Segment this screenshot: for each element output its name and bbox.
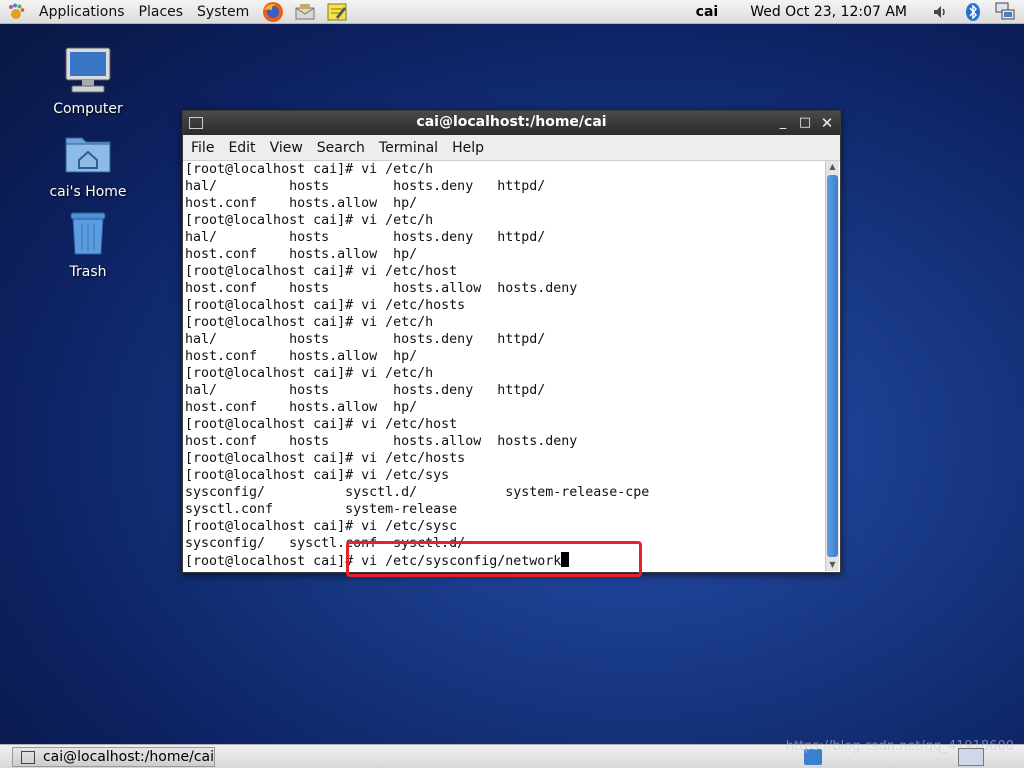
clock[interactable]: Wed Oct 23, 12:07 AM xyxy=(728,4,925,20)
taskbar-terminal-button[interactable]: cai@localhost:/home/cai xyxy=(12,747,215,767)
terminal-icon xyxy=(21,750,35,764)
terminal-line: host.conf hosts.allow hp/ xyxy=(185,196,418,211)
vertical-scrollbar[interactable]: ▲ ▼ xyxy=(825,161,839,571)
menu-view[interactable]: View xyxy=(262,140,309,156)
close-button[interactable]: ✕ xyxy=(818,114,836,132)
terminal-line: hal/ hosts hosts.deny httpd/ xyxy=(185,383,546,398)
maximize-button[interactable]: □ xyxy=(796,114,814,132)
terminal-line: [root@localhost cai]# vi /etc/h xyxy=(185,213,434,228)
terminal-line: [root@localhost cai]# vi /etc/h xyxy=(185,366,434,381)
desktop-icon-computer[interactable]: Computer xyxy=(33,45,143,117)
terminal-line: hal/ hosts hosts.deny httpd/ xyxy=(185,332,546,347)
panel-status-area: cai Wed Oct 23, 12:07 AM xyxy=(686,0,1024,24)
desktop-icon-trash[interactable]: Trash xyxy=(33,208,143,280)
places-menu[interactable]: Places xyxy=(132,0,191,24)
window-title: cai@localhost:/home/cai xyxy=(416,114,607,130)
highlight-annotation-box xyxy=(346,541,642,577)
menu-search[interactable]: Search xyxy=(309,140,371,156)
terminal-output[interactable]: [root@localhost cai]# vi /etc/h hal/ hos… xyxy=(185,161,823,571)
terminal-line: sysctl.conf system-release xyxy=(185,502,458,517)
terminal-line: [root@localhost cai]# vi /etc/sys xyxy=(185,468,450,483)
scrollbar-thumb[interactable] xyxy=(827,175,838,557)
window-titlebar[interactable]: cai@localhost:/home/cai _ □ ✕ xyxy=(183,111,840,135)
terminal-line: [root@localhost cai]# vi /etc/hosts xyxy=(185,298,466,313)
scroll-down-arrow-icon[interactable]: ▼ xyxy=(826,559,839,571)
network-icon[interactable] xyxy=(994,1,1016,23)
menu-edit[interactable]: Edit xyxy=(220,140,261,156)
bluetooth-icon[interactable] xyxy=(962,1,984,23)
volume-icon[interactable] xyxy=(930,1,952,23)
applications-menu[interactable]: Applications xyxy=(32,0,132,24)
bottom-panel: cai@localhost:/home/cai https://blog.csd… xyxy=(0,739,1024,768)
top-panel: Applications Places System cai Wed Oct 2… xyxy=(0,0,1024,24)
terminal-line: [root@localhost cai]# vi /etc/host xyxy=(185,264,458,279)
taskbar-button-label: cai@localhost:/home/cai xyxy=(42,749,214,765)
scroll-up-arrow-icon[interactable]: ▲ xyxy=(826,161,839,173)
terminal-line: hal/ hosts hosts.deny httpd/ xyxy=(185,230,546,245)
terminal-line: sysconfig/ sysctl.d/ system-release-cpe xyxy=(185,485,650,500)
desktop-icon-label: cai's Home xyxy=(49,184,127,200)
text-editor-icon[interactable] xyxy=(326,1,348,23)
terminal-menubar: File Edit View Search Terminal Help xyxy=(183,135,840,161)
trash-icon xyxy=(62,208,114,260)
terminal-line: [root@localhost cai]# vi /etc/host xyxy=(185,417,458,432)
desktop-icon-home[interactable]: cai's Home xyxy=(33,128,143,200)
terminal-line: hal/ hosts hosts.deny httpd/ xyxy=(185,179,546,194)
home-folder-icon xyxy=(62,128,114,180)
terminal-line: host.conf hosts hosts.allow hosts.deny xyxy=(185,281,578,296)
terminal-line: [root@localhost cai]# vi /etc/hosts xyxy=(185,451,466,466)
terminal-line: [root@localhost cai]# vi /etc/h xyxy=(185,315,434,330)
system-menu[interactable]: System xyxy=(190,0,256,24)
desktop-icon-label: Trash xyxy=(69,264,107,280)
gnome-foot-icon[interactable] xyxy=(5,1,27,23)
terminal-line: host.conf hosts.allow hp/ xyxy=(185,349,418,364)
firefox-icon[interactable] xyxy=(262,1,284,23)
terminal-line: host.conf hosts hosts.allow hosts.deny xyxy=(185,434,578,449)
terminal-window[interactable]: cai@localhost:/home/cai _ □ ✕ File Edit … xyxy=(182,110,841,573)
mail-client-icon[interactable] xyxy=(294,1,316,23)
terminal-line: [root@localhost cai]# vi /etc/h xyxy=(185,162,434,177)
terminal-line: host.conf hosts.allow hp/ xyxy=(185,247,418,262)
computer-icon xyxy=(62,45,114,97)
terminal-line: [root@localhost cai]# vi /etc/sysc xyxy=(185,519,458,534)
user-name[interactable]: cai xyxy=(686,4,729,20)
desktop-icon-label: Computer xyxy=(53,101,123,117)
terminal-line: host.conf hosts.allow hp/ xyxy=(185,400,418,415)
minimize-button[interactable]: _ xyxy=(774,114,792,132)
menu-help[interactable]: Help xyxy=(444,140,490,156)
workspace-switcher[interactable] xyxy=(958,748,984,766)
menu-file[interactable]: File xyxy=(183,140,220,156)
menu-terminal[interactable]: Terminal xyxy=(371,140,444,156)
